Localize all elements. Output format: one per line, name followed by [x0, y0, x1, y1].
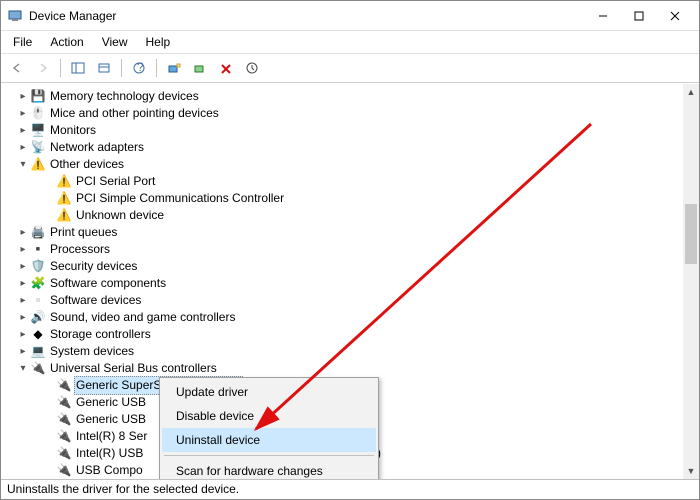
device-icon: 💾	[30, 89, 46, 105]
ctx-uninstall-device[interactable]: Uninstall device	[162, 428, 376, 452]
uninstall-device-button[interactable]	[214, 57, 238, 79]
ctx-disable-device[interactable]: Disable device	[162, 404, 376, 428]
svg-text:?: ?	[137, 62, 144, 74]
chevron-down-icon[interactable]: ▾	[17, 156, 29, 173]
maximize-button[interactable]	[621, 4, 657, 28]
chevron-right-icon[interactable]: ▸	[17, 309, 29, 326]
enable-device-button[interactable]	[188, 57, 212, 79]
window-controls	[585, 4, 693, 28]
usb-icon: 🔌	[56, 378, 72, 394]
tree-node-usb[interactable]: ▾🔌Universal Serial Bus controllers	[5, 360, 695, 377]
tree-node-processors[interactable]: ▸▪️Processors	[5, 241, 695, 258]
warning-icon: ⚠️	[56, 208, 72, 224]
titlebar: Device Manager	[1, 1, 699, 31]
tree-node-print[interactable]: ▸🖨️Print queues	[5, 224, 695, 241]
mouse-icon: 🖱️	[30, 106, 46, 122]
software-icon: ▫️	[30, 293, 46, 309]
tree-node-soft-devices[interactable]: ▸▫️Software devices	[5, 292, 695, 309]
usb-icon: 🔌	[30, 361, 46, 377]
menu-help[interactable]: Help	[138, 33, 179, 51]
cpu-icon: ▪️	[30, 242, 46, 258]
sound-icon: 🔊	[30, 310, 46, 326]
chevron-right-icon[interactable]: ▸	[17, 139, 29, 156]
menu-view[interactable]: View	[94, 33, 136, 51]
scroll-up-button[interactable]: ▲	[683, 84, 699, 100]
menu-file[interactable]: File	[5, 33, 40, 51]
usb-icon: 🔌	[56, 429, 72, 445]
storage-icon: ◆	[30, 327, 46, 343]
ctx-scan-hardware[interactable]: Scan for hardware changes	[162, 459, 376, 479]
device-manager-window: Device Manager File Action View Help ? ▸…	[0, 0, 700, 500]
component-icon: 🧩	[30, 276, 46, 292]
usb-icon: 🔌	[56, 463, 72, 479]
tree-node-unknown[interactable]: ⚠️Unknown device	[5, 207, 695, 224]
scroll-down-button[interactable]: ▼	[683, 463, 699, 479]
chevron-right-icon[interactable]: ▸	[17, 343, 29, 360]
tree-node-monitors[interactable]: ▸🖥️Monitors	[5, 122, 695, 139]
toolbar: ?	[1, 54, 699, 83]
network-icon: 📡	[30, 140, 46, 156]
system-icon: 💻	[30, 344, 46, 360]
warning-icon: ⚠️	[56, 191, 72, 207]
chevron-right-icon[interactable]: ▸	[17, 258, 29, 275]
toolbar-separator	[121, 59, 122, 77]
menu-action[interactable]: Action	[42, 33, 91, 51]
tree-node-mice[interactable]: ▸🖱️Mice and other pointing devices	[5, 105, 695, 122]
chevron-right-icon[interactable]: ▸	[17, 224, 29, 241]
ctx-separator	[164, 455, 374, 456]
menubar: File Action View Help	[1, 31, 699, 54]
back-button[interactable]	[5, 57, 29, 79]
other-icon: ⚠️	[30, 157, 46, 173]
chevron-right-icon[interactable]: ▸	[17, 105, 29, 122]
tree-node-security[interactable]: ▸🛡️Security devices	[5, 258, 695, 275]
usb-icon: 🔌	[56, 395, 72, 411]
usb-icon: 🔌	[56, 412, 72, 428]
monitor-icon: 🖥️	[30, 123, 46, 139]
printer-icon: 🖨️	[30, 225, 46, 241]
chevron-right-icon[interactable]: ▸	[17, 88, 29, 105]
ctx-update-driver[interactable]: Update driver	[162, 380, 376, 404]
context-menu: Update driver Disable device Uninstall d…	[159, 377, 379, 479]
tree-node-system[interactable]: ▸💻System devices	[5, 343, 695, 360]
minimize-button[interactable]	[585, 4, 621, 28]
window-title: Device Manager	[29, 9, 585, 23]
tree-node-pci-serial[interactable]: ⚠️PCI Serial Port	[5, 173, 695, 190]
app-icon	[7, 8, 23, 24]
properties-button[interactable]	[92, 57, 116, 79]
scroll-thumb[interactable]	[685, 204, 697, 264]
shield-icon: 🛡️	[30, 259, 46, 275]
forward-button[interactable]	[31, 57, 55, 79]
show-hide-tree-button[interactable]	[66, 57, 90, 79]
content-pane: ▸💾Memory technology devices ▸🖱️Mice and …	[1, 83, 699, 479]
warning-icon: ⚠️	[56, 174, 72, 190]
tree-node-pci-comm[interactable]: ⚠️PCI Simple Communications Controller	[5, 190, 695, 207]
tree-node-soft-components[interactable]: ▸🧩Software components	[5, 275, 695, 292]
chevron-down-icon[interactable]: ▾	[17, 360, 29, 377]
tree-node-other[interactable]: ▾⚠️Other devices	[5, 156, 695, 173]
toolbar-separator	[60, 59, 61, 77]
tree-node-sound[interactable]: ▸🔊Sound, video and game controllers	[5, 309, 695, 326]
close-button[interactable]	[657, 4, 693, 28]
chevron-right-icon[interactable]: ▸	[17, 292, 29, 309]
update-driver-button[interactable]	[240, 57, 264, 79]
chevron-right-icon[interactable]: ▸	[17, 122, 29, 139]
scan-hardware-button[interactable]	[162, 57, 186, 79]
statusbar: Uninstalls the driver for the selected d…	[1, 479, 699, 499]
toolbar-separator	[156, 59, 157, 77]
usb-icon: 🔌	[56, 446, 72, 462]
chevron-right-icon[interactable]: ▸	[17, 275, 29, 292]
status-text: Uninstalls the driver for the selected d…	[7, 482, 239, 496]
chevron-right-icon[interactable]: ▸	[17, 326, 29, 343]
vertical-scrollbar[interactable]: ▲ ▼	[683, 84, 699, 479]
tree-node-memory-tech[interactable]: ▸💾Memory technology devices	[5, 88, 695, 105]
tree-node-storage[interactable]: ▸◆Storage controllers	[5, 326, 695, 343]
tree-node-network[interactable]: ▸📡Network adapters	[5, 139, 695, 156]
help-button[interactable]: ?	[127, 57, 151, 79]
chevron-right-icon[interactable]: ▸	[17, 241, 29, 258]
